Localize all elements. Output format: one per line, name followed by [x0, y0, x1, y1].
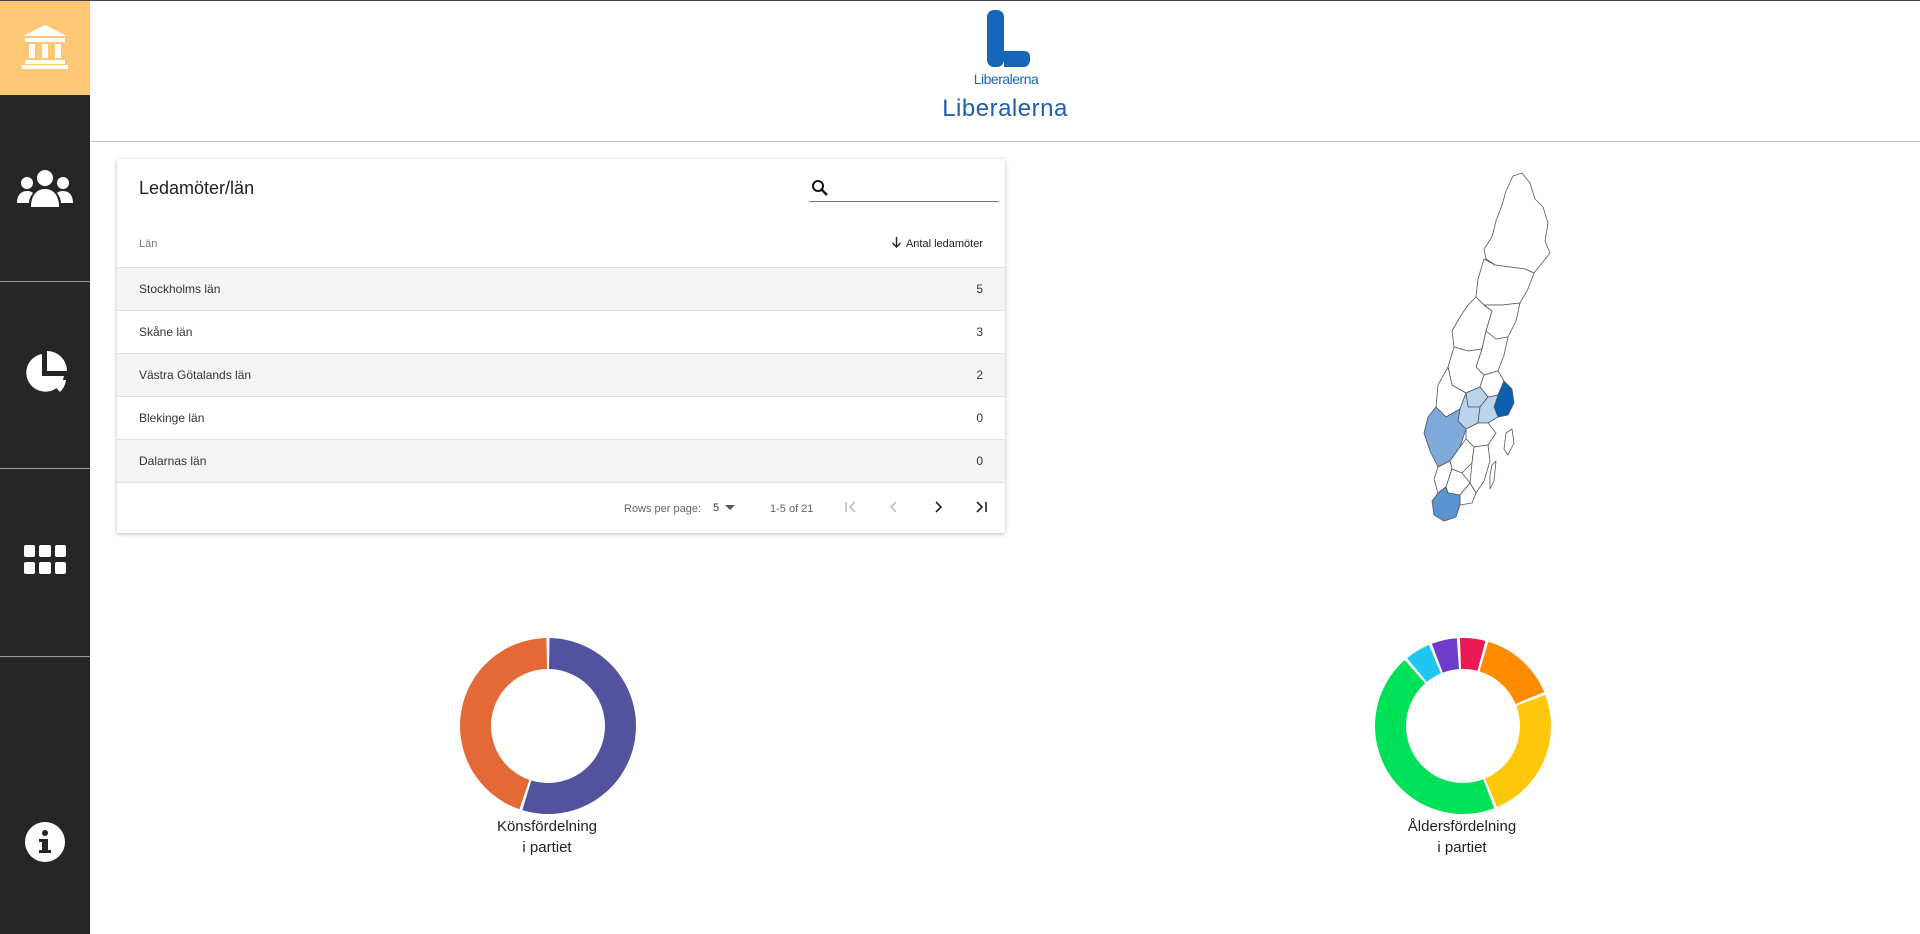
age-chart-title-line-1: Åldersfördelning — [1407, 818, 1517, 835]
header: Liberalerna Liberalerna — [90, 1, 1920, 142]
sidebar-item-home[interactable] — [0, 1, 90, 95]
members-by-county-table: Ledamöter/län Län Antal ledamöter Stockh… — [117, 159, 1005, 533]
search-input[interactable] — [837, 178, 997, 198]
sidebar — [0, 1, 90, 934]
map-region[interactable] — [1489, 460, 1497, 490]
chevron-right-icon — [933, 500, 943, 516]
map-region[interactable] — [1469, 444, 1491, 494]
grid-icon — [24, 545, 66, 580]
table-row[interactable]: Stockholms län 5 — [117, 268, 1005, 311]
rows-per-page-value: 5 — [713, 502, 720, 514]
cell-count: 0 — [976, 411, 983, 425]
rows-per-page-label: Rows per page: — [624, 503, 702, 515]
arrow-down-icon — [891, 237, 902, 251]
search-box — [809, 176, 999, 202]
map-region[interactable] — [1503, 428, 1515, 456]
cell-lan: Västra Götalands län — [139, 368, 252, 382]
table-row[interactable]: Blekinge län 0 — [117, 397, 1005, 440]
users-icon — [17, 169, 73, 214]
first-page-button[interactable] — [839, 496, 863, 520]
app-root: Liberalerna Liberalerna Ledamöter/län Lä… — [0, 0, 1920, 934]
rows-per-page-select[interactable]: 5 — [713, 502, 736, 514]
bank-icon — [21, 23, 69, 74]
column-header-count[interactable]: Antal ledamöter — [891, 237, 983, 251]
donut-slice[interactable] — [1485, 694, 1551, 808]
column-header-lan[interactable]: Län — [139, 238, 157, 250]
cell-count: 2 — [976, 368, 983, 382]
sidebar-item-members[interactable] — [0, 95, 90, 282]
gender-chart-title-line-1: Könsfördelning — [496, 818, 598, 835]
first-page-icon — [844, 500, 858, 516]
info-icon — [24, 821, 66, 868]
map-region[interactable] — [1483, 172, 1551, 274]
pagination-range: 1-5 of 21 — [770, 503, 814, 515]
age-donut-chart — [1372, 635, 1554, 822]
sidebar-item-statistics[interactable] — [0, 282, 90, 469]
svg-text:Liberalerna: Liberalerna — [974, 71, 1039, 87]
donut-slice[interactable] — [1375, 660, 1495, 814]
table-title: Ledamöter/län — [139, 178, 255, 198]
previous-page-button[interactable] — [882, 496, 906, 520]
caret-down-icon — [725, 502, 736, 514]
cell-count: 5 — [976, 282, 983, 296]
sidebar-item-apps[interactable] — [0, 469, 90, 657]
page-title: Liberalerna — [942, 95, 1068, 122]
next-page-button[interactable] — [926, 496, 950, 520]
table-header: Län Antal ledamöter — [117, 221, 1005, 268]
gender-donut-chart — [457, 635, 639, 822]
party-logo: Liberalerna — [964, 9, 1048, 87]
age-chart-title-line-2: i partiet — [1437, 839, 1487, 856]
table-row[interactable]: Dalarnas län 0 — [117, 440, 1005, 483]
table-pagination: Rows per page: 5 1-5 of 21 — [117, 484, 1005, 533]
last-page-button[interactable] — [969, 496, 993, 520]
gender-chart-title-line-2: i partiet — [522, 839, 572, 856]
column-header-count-label: Antal ledamöter — [905, 238, 983, 250]
last-page-icon — [974, 500, 988, 516]
sweden-map — [1380, 171, 1560, 553]
donut-slice[interactable] — [1479, 641, 1545, 704]
sidebar-item-info[interactable] — [0, 657, 90, 934]
cell-count: 0 — [976, 454, 983, 468]
cell-lan: Skåne län — [139, 325, 193, 339]
cell-lan: Stockholms län — [139, 282, 221, 296]
age-chart-title: Åldersfördelning i partiet — [1362, 816, 1562, 858]
cell-lan: Blekinge län — [139, 411, 205, 425]
table-row[interactable]: Skåne län 3 — [117, 311, 1005, 354]
cell-count: 3 — [976, 325, 983, 339]
gender-chart-title: Könsfördelning i partiet — [447, 816, 647, 858]
pie-chart-icon — [22, 350, 68, 401]
chevron-left-icon — [889, 500, 899, 516]
table-row[interactable]: Västra Götalands län 2 — [117, 354, 1005, 397]
cell-lan: Dalarnas län — [139, 454, 207, 468]
